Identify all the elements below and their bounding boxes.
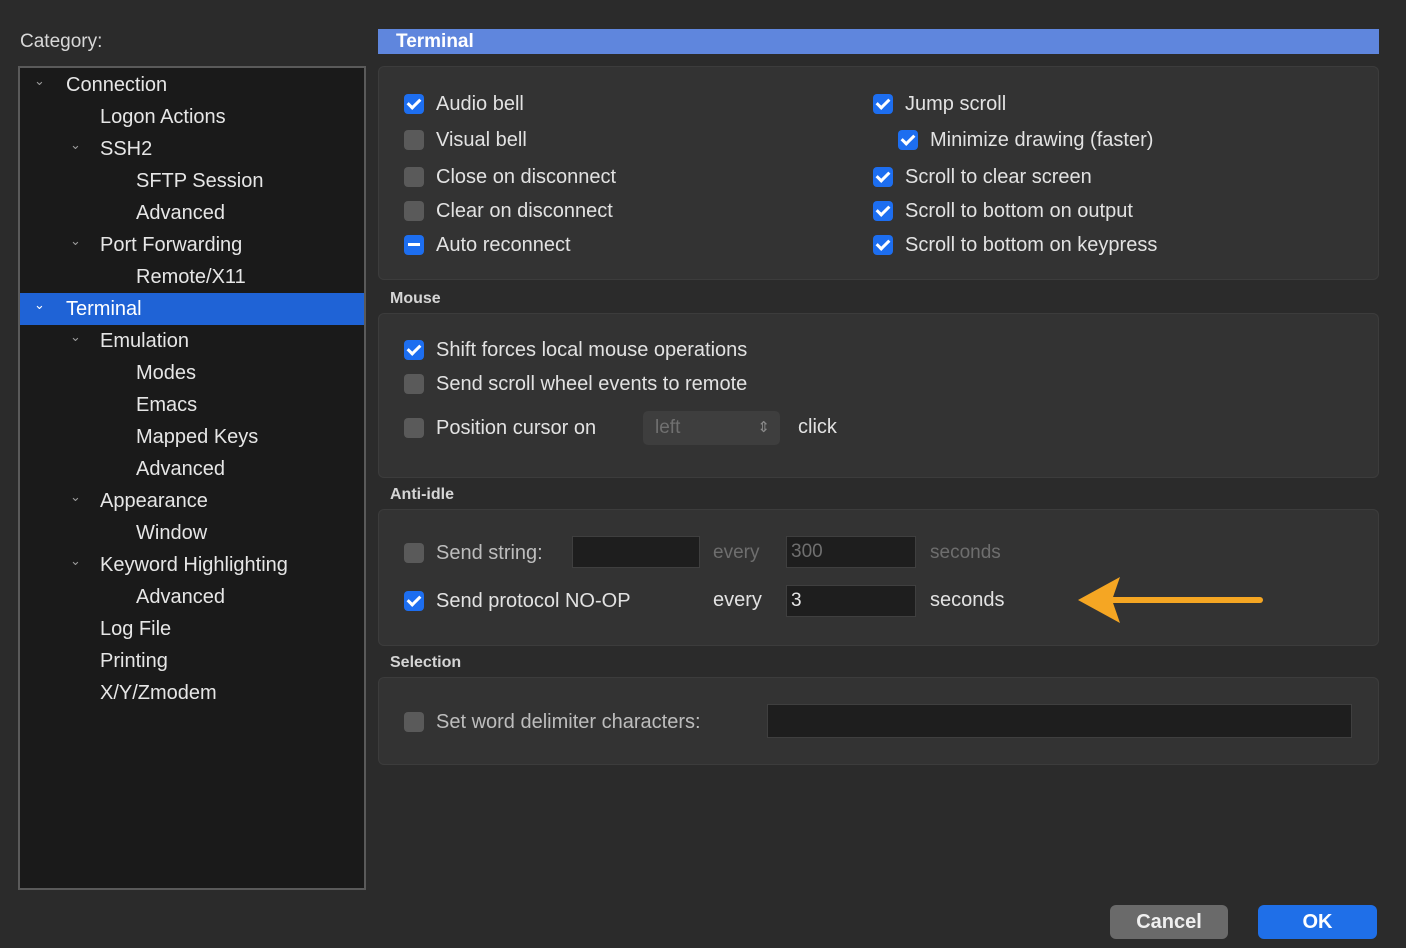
checkbox-label: Minimize drawing (faster) bbox=[930, 129, 1154, 151]
tree-item-label: Logon Actions bbox=[100, 106, 226, 128]
checkbox-icon[interactable] bbox=[404, 374, 424, 394]
checkbox-icon[interactable] bbox=[404, 543, 424, 563]
checkbox-icon[interactable] bbox=[404, 235, 424, 255]
tree-item[interactable]: ⌄ Connection bbox=[20, 69, 364, 101]
tree-item-label: Emacs bbox=[136, 394, 198, 416]
checkbox-icon[interactable] bbox=[404, 591, 424, 611]
tree-item-label: Advanced bbox=[136, 202, 225, 224]
chevron-down-icon[interactable]: ⌄ bbox=[70, 321, 81, 353]
tree-item[interactable]: Log File bbox=[20, 613, 364, 645]
tree-item-label: Emulation bbox=[100, 330, 189, 352]
checkbox-label: Shift forces local mouse operations bbox=[436, 339, 748, 361]
checkbox-label: Scroll to bottom on keypress bbox=[905, 234, 1158, 256]
checkbox-icon[interactable] bbox=[404, 340, 424, 360]
checkbox-label: Scroll to bottom on output bbox=[905, 200, 1133, 222]
checkbox-label: Auto reconnect bbox=[436, 234, 571, 256]
checkbox-label: Jump scroll bbox=[905, 93, 1007, 115]
tree-item[interactable]: Remote/X11 bbox=[20, 261, 364, 293]
tree-item-label: Remote/X11 bbox=[136, 266, 246, 288]
checkbox-label: Clear on disconnect bbox=[436, 200, 613, 222]
tree-item[interactable]: ⌄ Appearance bbox=[20, 485, 364, 517]
annotation-arrow-icon bbox=[1078, 577, 1263, 623]
tree-item-label: Advanced bbox=[136, 458, 225, 480]
checkbox-icon[interactable] bbox=[404, 712, 424, 732]
chevron-down-icon[interactable]: ⌄ bbox=[70, 481, 81, 513]
seconds-label-2: seconds bbox=[930, 589, 1005, 611]
tree-item-label: Log File bbox=[100, 618, 172, 640]
chevron-down-icon[interactable]: ⌄ bbox=[70, 545, 81, 577]
tree-item[interactable]: ⌄ Port Forwarding bbox=[20, 229, 364, 261]
seconds-label-1: seconds bbox=[930, 542, 1001, 563]
tree-item-label: Window bbox=[136, 522, 208, 544]
chevron-down-icon[interactable]: ⌄ bbox=[70, 225, 81, 257]
tree-item-label: SSH2 bbox=[100, 138, 153, 160]
checkbox-icon[interactable] bbox=[898, 130, 918, 150]
tree-item[interactable]: SFTP Session bbox=[20, 165, 364, 197]
select-value: left bbox=[655, 417, 681, 438]
checkbox-label: Send protocol NO-OP bbox=[436, 590, 631, 612]
tree-item-label: Advanced bbox=[136, 586, 225, 608]
mouse-section-title: Mouse bbox=[390, 290, 441, 307]
chevron-down-icon[interactable]: ⌄ bbox=[34, 289, 45, 321]
page-title: Terminal bbox=[378, 29, 1379, 54]
tree-item-label: Port Forwarding bbox=[100, 234, 243, 256]
selection-section-title: Selection bbox=[390, 654, 462, 671]
checkbox-icon[interactable] bbox=[404, 130, 424, 150]
tree-item-label: Printing bbox=[100, 650, 168, 672]
checkbox-label: Scroll to clear screen bbox=[905, 166, 1092, 188]
checkbox-label: Send string: bbox=[436, 542, 543, 564]
checkbox-icon[interactable] bbox=[404, 418, 424, 438]
checkbox-label: Send scroll wheel events to remote bbox=[436, 373, 748, 395]
send-string-interval-input[interactable]: 300 bbox=[786, 536, 916, 568]
checkbox-label: Set word delimiter characters: bbox=[436, 711, 701, 733]
tree-item-label: X/Y/Zmodem bbox=[100, 682, 217, 704]
every-label-1: every bbox=[713, 542, 760, 563]
checkbox-label: Position cursor on bbox=[436, 417, 597, 439]
cancel-button[interactable]: Cancel bbox=[1110, 905, 1228, 939]
tree-item-label: Connection bbox=[66, 74, 168, 96]
checkbox-icon[interactable] bbox=[873, 94, 893, 114]
category-label: Category: bbox=[20, 31, 103, 52]
tree-item[interactable]: X/Y/Zmodem bbox=[20, 677, 364, 709]
checkbox-icon[interactable] bbox=[873, 235, 893, 255]
checkbox-icon[interactable] bbox=[404, 167, 424, 187]
tree-item[interactable]: Printing bbox=[20, 645, 364, 677]
checkbox-label: Audio bell bbox=[436, 93, 524, 115]
tree-item-label: Modes bbox=[136, 362, 197, 384]
tree-item[interactable]: Advanced bbox=[20, 581, 364, 613]
send-string-input[interactable] bbox=[572, 536, 700, 568]
tree-item-label: SFTP Session bbox=[136, 170, 264, 192]
ok-button[interactable]: OK bbox=[1258, 905, 1377, 939]
position-cursor-select[interactable]: left ⇕ bbox=[643, 411, 780, 445]
tree-item-label: Appearance bbox=[100, 490, 208, 512]
checkbox-label: Visual bell bbox=[436, 129, 527, 151]
tree-item[interactable]: ⌄ Keyword Highlighting bbox=[20, 549, 364, 581]
noop-interval-input[interactable]: 3 bbox=[786, 585, 916, 617]
tree-item[interactable]: Mapped Keys bbox=[20, 421, 364, 453]
tree-item[interactable]: ⌄ Emulation bbox=[20, 325, 364, 357]
tree-item-label: Keyword Highlighting bbox=[100, 554, 288, 576]
chevron-down-icon[interactable]: ⌄ bbox=[34, 65, 45, 97]
tree-item[interactable]: Modes bbox=[20, 357, 364, 389]
select-arrows-icon: ⇕ bbox=[757, 419, 770, 436]
checkbox-icon[interactable] bbox=[873, 167, 893, 187]
tree-item-label: Mapped Keys bbox=[136, 426, 259, 448]
click-label: click bbox=[798, 416, 837, 438]
checkbox-icon[interactable] bbox=[873, 201, 893, 221]
every-label-2: every bbox=[713, 589, 762, 611]
word-delimiter-input[interactable] bbox=[767, 704, 1352, 738]
checkbox-icon[interactable] bbox=[404, 94, 424, 114]
chevron-down-icon[interactable]: ⌄ bbox=[70, 129, 81, 161]
category-tree[interactable]: ⌄ Connection Logon Actions ⌄ SSH2 SFTP Sessio… bbox=[18, 66, 366, 890]
checkbox-icon[interactable] bbox=[404, 201, 424, 221]
tree-item[interactable]: ⌄ SSH2 bbox=[20, 133, 364, 165]
anti-idle-section-title: Anti-idle bbox=[390, 486, 454, 503]
tree-item[interactable]: Emacs bbox=[20, 389, 364, 421]
checkbox-label: Close on disconnect bbox=[436, 166, 617, 188]
